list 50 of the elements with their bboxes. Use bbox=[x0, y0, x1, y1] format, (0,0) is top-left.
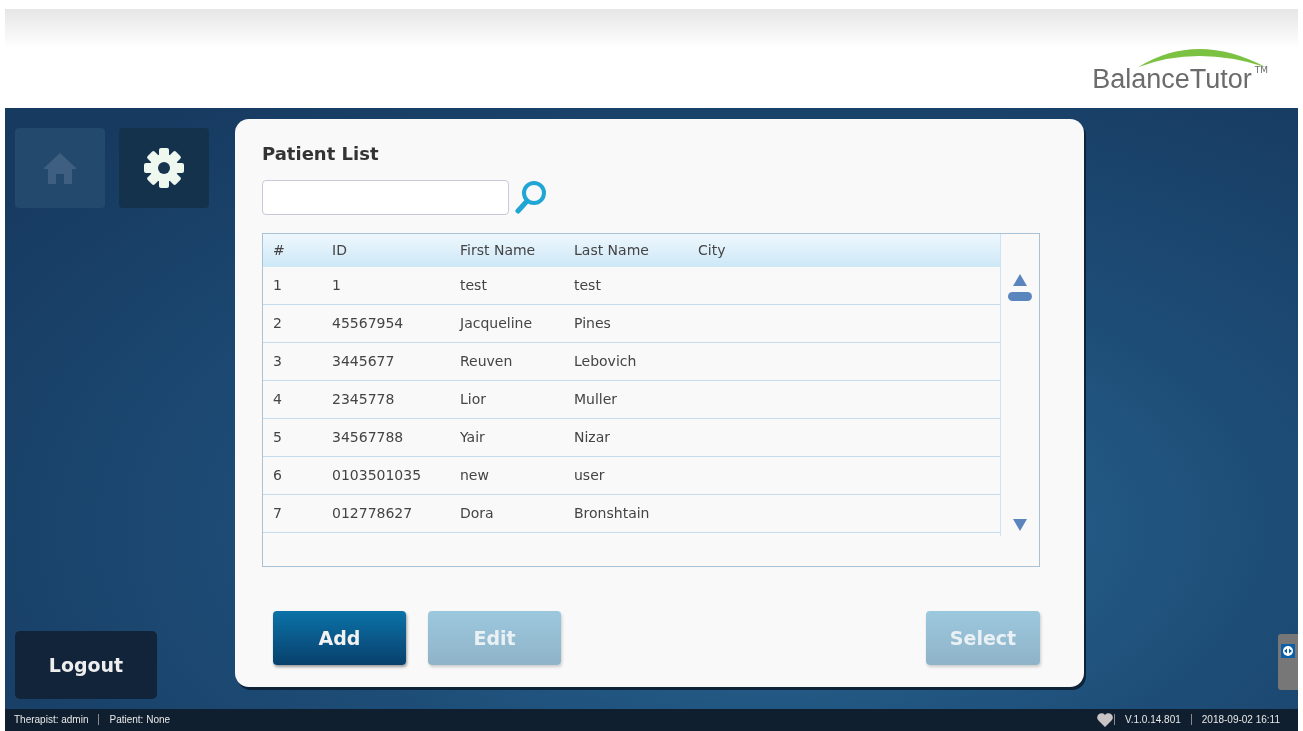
table-cell-text: 2345778 bbox=[332, 391, 396, 408]
settings-icon bbox=[143, 146, 185, 189]
column-header: Last Name bbox=[574, 242, 650, 259]
logout-button[interactable]: Logout bbox=[15, 630, 157, 699]
table-cell-text: new bbox=[460, 467, 490, 484]
column-header: City bbox=[698, 242, 727, 259]
status-text: V.1.0.14.801 bbox=[1114, 714, 1191, 726]
table-cell-text: test bbox=[460, 277, 488, 294]
column-header: First Name bbox=[460, 242, 537, 259]
table-cell-text: Jacqueline bbox=[460, 315, 534, 332]
table-cell-text: Dora bbox=[460, 505, 495, 522]
table-cell-text: 3 bbox=[273, 353, 283, 370]
heart-icon bbox=[1096, 711, 1114, 728]
home-icon bbox=[41, 150, 79, 185]
table-cell-text: 012778627 bbox=[332, 505, 414, 522]
table-cell-text: 5 bbox=[273, 429, 283, 446]
scroll-down-icon[interactable] bbox=[1012, 517, 1028, 532]
panel-title: Patient List bbox=[262, 142, 380, 164]
table-cell-text: test bbox=[574, 277, 602, 294]
table-cell-text: Reuven bbox=[460, 353, 514, 370]
table-cell-text: Lebovich bbox=[574, 353, 638, 370]
table-cell-text: Lior bbox=[460, 391, 487, 408]
side-tab[interactable] bbox=[1278, 633, 1298, 690]
balancetutor-logo: BalanceTutor$^{TM}$ bbox=[1092, 35, 1268, 94]
arrows-icon bbox=[1281, 643, 1295, 658]
table-cell-text: Muller bbox=[574, 391, 619, 408]
table-cell-text: 34567788 bbox=[332, 429, 405, 446]
table-cell-text: 0103501035 bbox=[332, 467, 423, 484]
column-header: ID bbox=[332, 242, 348, 259]
table-cell-text: Bronshtain bbox=[574, 505, 651, 522]
status-text: Patient: None bbox=[98, 714, 181, 726]
table-cell-text: 1 bbox=[273, 277, 283, 294]
settings-button[interactable] bbox=[119, 127, 209, 208]
status-text: 2018-09-02 16:11 bbox=[1190, 714, 1290, 726]
table-cell-text: 3445677 bbox=[332, 353, 396, 370]
table-cell-text: 6 bbox=[273, 467, 283, 484]
column-header: # bbox=[273, 242, 286, 259]
table-cell-text: 7 bbox=[273, 505, 283, 522]
table-cell-text: Pines bbox=[574, 315, 612, 332]
table-cell-text: 45567954 bbox=[332, 315, 405, 332]
action-button[interactable]: Add bbox=[273, 610, 406, 665]
table-cell-text: user bbox=[574, 467, 606, 484]
table-cell-text: 2 bbox=[273, 315, 283, 332]
table-cell-text: 4 bbox=[273, 391, 283, 408]
search-icon[interactable] bbox=[515, 180, 547, 215]
search-field[interactable] bbox=[262, 179, 509, 215]
table-cell-text: Yair bbox=[460, 429, 486, 446]
status-text: Therapist: admin bbox=[14, 714, 90, 726]
table-cell-text: Nizar bbox=[574, 429, 612, 446]
table-cell-text: 1 bbox=[332, 277, 342, 294]
